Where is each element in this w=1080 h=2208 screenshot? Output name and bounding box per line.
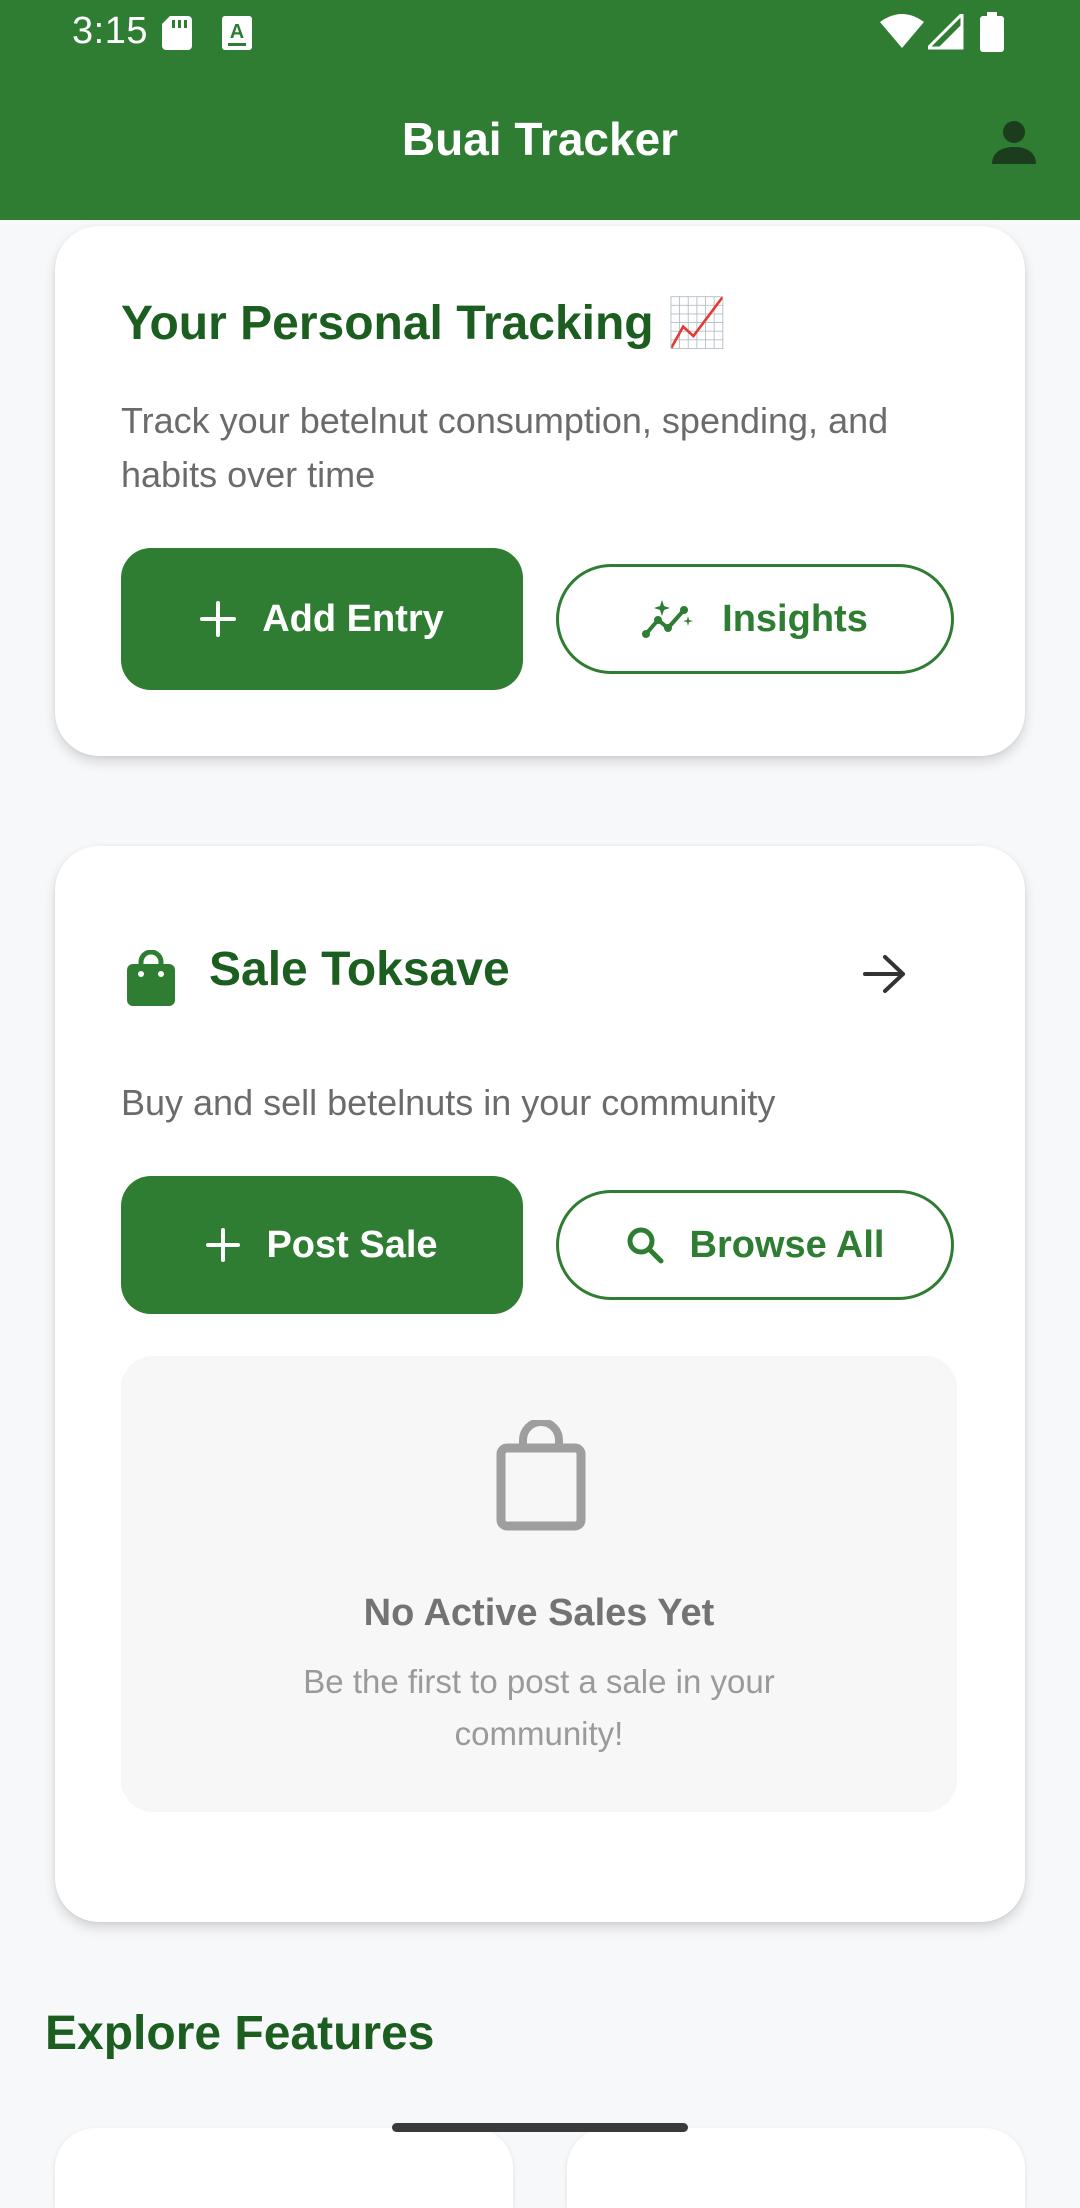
explore-features-title: Explore Features xyxy=(45,2007,435,2060)
sd-card-icon xyxy=(162,16,192,55)
post-sale-label: Post Sale xyxy=(266,1223,438,1266)
app-bar: 3:15 A Buai Tracker xyxy=(0,0,1080,220)
profile-button[interactable] xyxy=(980,110,1048,178)
empty-sales-state: No Active Sales Yet Be the first to post… xyxy=(121,1356,957,1812)
personal-tracking-card: Your Personal Tracking 📈 Track your bete… xyxy=(55,226,1025,756)
app-title: Buai Tracker xyxy=(401,113,679,165)
search-icon xyxy=(626,1226,664,1264)
account-icon xyxy=(990,118,1038,171)
browse-all-label: Browse All xyxy=(689,1223,885,1266)
empty-bag-icon xyxy=(495,1418,587,1537)
arrow-right-icon[interactable] xyxy=(863,954,907,999)
add-entry-label: Add Entry xyxy=(262,597,444,640)
plus-icon xyxy=(206,1228,241,1262)
home-indicator[interactable] xyxy=(392,2123,688,2132)
wifi-icon xyxy=(880,14,924,55)
add-entry-button[interactable]: Add Entry xyxy=(121,548,523,690)
svg-text:A: A xyxy=(230,21,244,43)
sale-title: Sale Toksave xyxy=(209,943,510,996)
sale-description: Buy and sell betelnuts in your community xyxy=(121,1082,776,1123)
plus-icon xyxy=(200,601,237,637)
shopping-bag-icon xyxy=(127,949,175,1011)
insights-button[interactable]: Insights xyxy=(556,564,954,674)
status-bar: 3:15 A xyxy=(0,0,1080,64)
empty-subtitle: Be the first to post a sale in your comm… xyxy=(303,1663,775,1752)
signal-icon xyxy=(924,10,964,55)
feature-card[interactable] xyxy=(55,2128,513,2208)
empty-title: No Active Sales Yet xyxy=(363,1592,715,1634)
status-time: 3:15 xyxy=(72,10,148,52)
insights-label: Insights xyxy=(722,597,868,640)
feature-card[interactable] xyxy=(567,2128,1025,2208)
insights-icon xyxy=(642,598,696,640)
tracking-description: Track your betelnut consumption, spendin… xyxy=(121,400,889,495)
post-sale-button[interactable]: Post Sale xyxy=(121,1176,523,1314)
sale-toksave-card: Sale Toksave Buy and sell betelnuts in y… xyxy=(55,846,1025,1922)
browse-all-button[interactable]: Browse All xyxy=(556,1190,954,1300)
battery-icon xyxy=(980,12,1004,57)
tracking-title: Your Personal Tracking 📈 xyxy=(121,297,727,350)
keyboard-a-icon: A xyxy=(222,16,252,55)
